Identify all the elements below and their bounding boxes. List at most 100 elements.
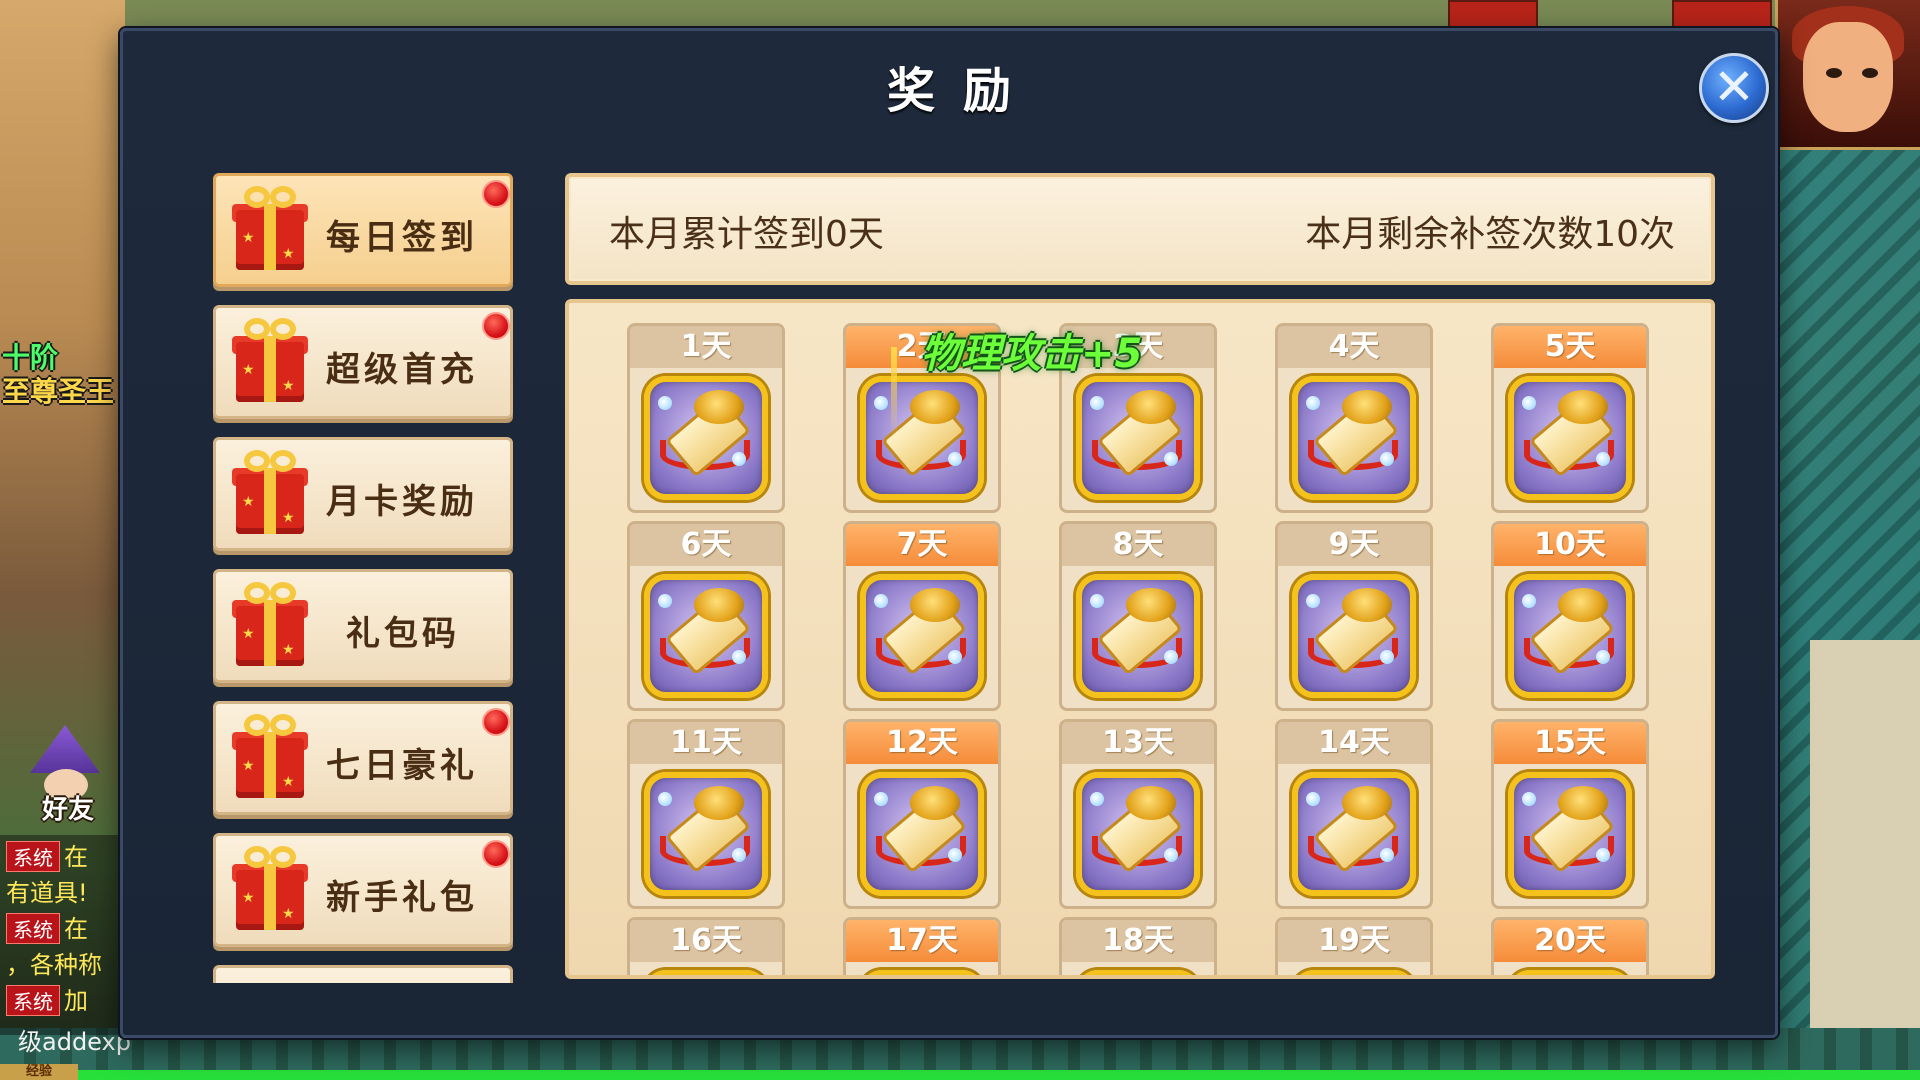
gift-icon: ★ ★ <box>232 846 308 932</box>
makeup-remaining-text: 本月剩余补签次数10次 <box>1305 214 1675 255</box>
day-label: 11天 <box>630 722 782 764</box>
day-label: 12天 <box>846 722 998 764</box>
menu-item-4[interactable]: ★ ★ 七日豪礼 <box>213 701 513 815</box>
chat-system-tag: 系统 <box>6 913 60 944</box>
day-reward-cell[interactable]: 12天 <box>843 719 1001 909</box>
portrait-eye <box>1862 68 1878 78</box>
day-label: 6天 <box>630 524 782 566</box>
chat-line: ，各种称 <box>6 951 102 979</box>
chat-panel[interactable]: 系统在 有道具! 系统在 ，各种称 系统加 <box>0 835 125 1035</box>
day-reward-cell[interactable]: 20天 <box>1491 917 1649 975</box>
day-reward-cell[interactable]: 19天 <box>1275 917 1433 975</box>
day-reward-cell[interactable]: 15天 <box>1491 719 1649 909</box>
day-label: 13天 <box>1062 722 1214 764</box>
day-reward-cell[interactable]: 4天 <box>1275 323 1433 513</box>
scroll-icon <box>860 970 984 975</box>
day-label: 8天 <box>1062 524 1214 566</box>
gift-icon: ★ ★ <box>232 186 308 272</box>
chat-line: 有道具! <box>6 879 88 907</box>
portrait-eye <box>1826 68 1842 78</box>
chat-system-tag: 系统 <box>6 841 60 872</box>
scroll-icon <box>1508 970 1632 975</box>
menu-item-3[interactable]: ★ ★ 礼包码 <box>213 569 513 683</box>
day-label: 10天 <box>1494 524 1646 566</box>
chat-line: 系统在 <box>6 909 88 944</box>
notification-badge <box>482 312 510 340</box>
menu-item-1[interactable]: ★ ★ 超级首充 <box>213 305 513 419</box>
xp-label: 经验 <box>0 1064 78 1080</box>
scroll-icon <box>1292 574 1416 698</box>
reward-menu: ★ ★ 每日签到 ★ ★ 超级首充 ★ ★ 月卡奖励 ★ ★ 礼包码 ★ ★ 七日豪礼 ★ ★ 新手礼包 <box>213 173 513 983</box>
gift-icon: ★ ★ <box>232 582 308 668</box>
day-label: 16天 <box>630 920 782 962</box>
menu-item-5[interactable]: ★ ★ 新手礼包 <box>213 833 513 947</box>
scene-wall <box>1810 640 1920 1080</box>
chat-line: 系统加 <box>6 981 88 1016</box>
chat-command-text: 级addexp <box>18 1028 131 1056</box>
menu-item-0[interactable]: ★ ★ 每日签到 <box>213 173 513 287</box>
floating-bonus-text: 物理攻击+5 <box>921 331 1143 377</box>
gift-icon: ★ ★ <box>232 714 308 800</box>
scroll-icon <box>860 574 984 698</box>
mp-bar <box>1672 0 1772 30</box>
day-reward-cell[interactable]: 8天 <box>1059 521 1217 711</box>
day-reward-cell[interactable]: 16天 <box>627 917 785 975</box>
day-reward-cell[interactable]: 11天 <box>627 719 785 909</box>
scroll-icon <box>1292 376 1416 500</box>
scroll-icon <box>1292 970 1416 975</box>
chat-line: 系统在 <box>6 837 88 872</box>
day-reward-cell[interactable]: 14天 <box>1275 719 1433 909</box>
notification-badge <box>482 708 510 736</box>
menu-item-label: 月卡奖励 <box>326 482 478 522</box>
day-label: 14天 <box>1278 722 1430 764</box>
day-reward-cell[interactable]: 10天 <box>1491 521 1649 711</box>
scroll-icon <box>1292 772 1416 896</box>
day-reward-cell[interactable]: 5天 <box>1491 323 1649 513</box>
close-button[interactable]: ✕ <box>1699 53 1769 123</box>
day-reward-cell[interactable]: 1天 <box>627 323 785 513</box>
day-reward-cell[interactable]: 18天 <box>1059 917 1217 975</box>
chat-system-tag: 系统 <box>6 985 60 1016</box>
day-label: 20天 <box>1494 920 1646 962</box>
signin-summary: 本月累计签到0天 本月剩余补签次数10次 <box>565 173 1715 285</box>
notification-badge <box>482 180 510 208</box>
close-icon: ✕ <box>1713 58 1755 116</box>
scroll-icon <box>860 376 984 500</box>
day-reward-cell[interactable]: 13天 <box>1059 719 1217 909</box>
day-label: 18天 <box>1062 920 1214 962</box>
menu-item-label: 礼包码 <box>346 614 460 654</box>
day-reward-cell[interactable]: 6天 <box>627 521 785 711</box>
scroll-icon <box>644 574 768 698</box>
friend-label: 好友 <box>42 795 95 825</box>
day-label: 5天 <box>1494 326 1646 368</box>
menu-item-label: 超级首充 <box>326 350 478 390</box>
day-label: 15天 <box>1494 722 1646 764</box>
scroll-icon <box>644 970 768 975</box>
portrait-face <box>1803 22 1893 132</box>
scroll-icon <box>644 376 768 500</box>
day-reward-cell[interactable]: 7天 <box>843 521 1001 711</box>
friend-button[interactable]: 好友 <box>20 725 110 825</box>
reward-modal: 奖励 ✕ ★ ★ 每日签到 ★ ★ 超级首充 ★ ★ 月卡奖励 ★ ★ 礼包码 ★ ★ 七日豪礼 ★ ★ 新手礼包… <box>120 28 1778 1038</box>
scroll-icon <box>1508 574 1632 698</box>
sparkle-effect <box>891 347 897 437</box>
hp-bar <box>1448 0 1538 30</box>
scroll-icon <box>860 772 984 896</box>
modal-title: 奖励 <box>886 63 1039 119</box>
player-portrait[interactable] <box>1775 0 1920 150</box>
day-reward-cell[interactable]: 17天 <box>843 917 1001 975</box>
gift-icon: ★ ★ <box>232 450 308 536</box>
scroll-icon <box>644 772 768 896</box>
day-label: 4天 <box>1278 326 1430 368</box>
signin-calendar-grid[interactable]: 1天 2天 3天 4天 5天 6天 7天 8天 9天 10天 11天 12天 13天 14天 15天 16天 1… <box>565 299 1715 979</box>
notification-badge <box>482 840 510 868</box>
day-label: 7天 <box>846 524 998 566</box>
day-label: 9天 <box>1278 524 1430 566</box>
menu-item-2[interactable]: ★ ★ 月卡奖励 <box>213 437 513 551</box>
day-label: 19天 <box>1278 920 1430 962</box>
accumulated-signin-text: 本月累计签到0天 <box>609 214 884 255</box>
gift-icon: ★ ★ <box>232 318 308 404</box>
xp-bar-fill <box>0 1070 1920 1080</box>
day-reward-cell[interactable]: 9天 <box>1275 521 1433 711</box>
menu-item-partial[interactable] <box>213 965 513 983</box>
